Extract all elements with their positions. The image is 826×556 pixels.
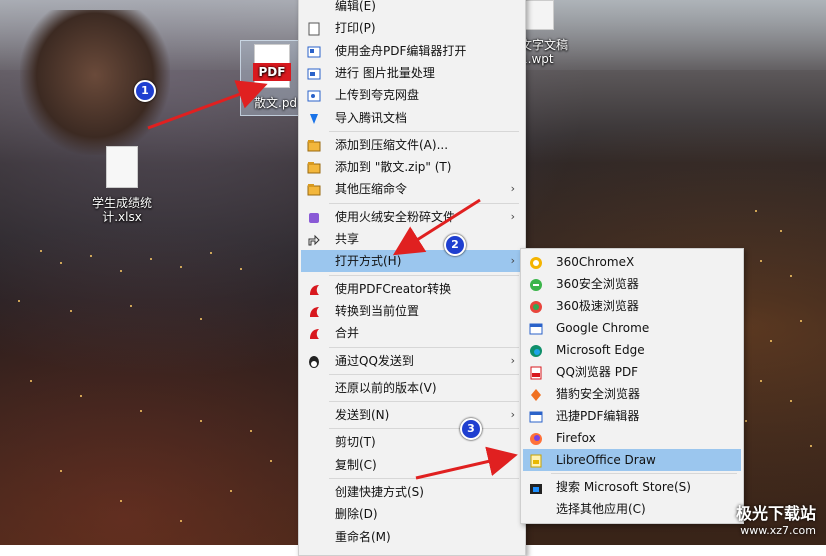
watermark-url: www.xz7.com (740, 524, 816, 537)
annotation-arrows (147, 80, 518, 480)
watermark: 极光下载站 www.xz7.com (736, 500, 816, 537)
arrow-2 (392, 198, 481, 256)
watermark-text: 极光下载站 (735, 504, 816, 523)
arrow-3 (415, 446, 518, 480)
arrow-1 (147, 80, 268, 130)
